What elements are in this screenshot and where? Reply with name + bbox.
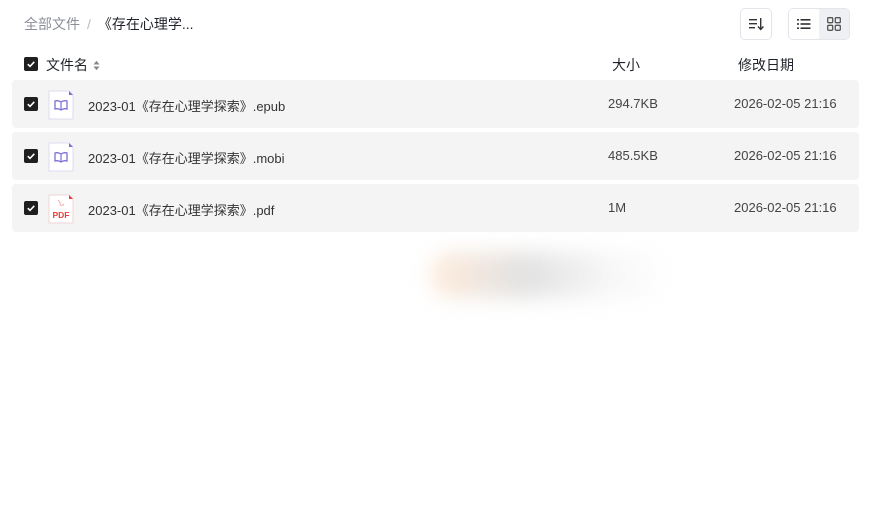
file-name: 2023-01《存在心理学探索》.epub	[88, 99, 286, 114]
pdf-label: PDF	[53, 210, 70, 220]
breadcrumb-current: 《存在心理学...	[97, 16, 194, 32]
column-header-name[interactable]: 文件名	[46, 55, 100, 75]
check-icon	[27, 61, 35, 68]
sort-arrows-icon	[93, 60, 100, 71]
row-checkbox[interactable]	[24, 201, 38, 215]
file-size: 1M	[608, 200, 627, 215]
ebook-file-icon	[48, 142, 74, 172]
pdf-file-icon: PDF	[48, 194, 74, 224]
list-header: 文件名 大小 修改日期	[0, 52, 874, 76]
list-view-button[interactable]	[789, 9, 819, 39]
blurred-overlay	[430, 252, 670, 298]
check-icon	[27, 205, 35, 212]
sort-icon	[749, 18, 764, 31]
file-list: 2023-01《存在心理学探索》.epub 294.7KB 2026-02-05…	[12, 80, 859, 236]
view-toggle	[788, 8, 850, 40]
grid-view-icon	[827, 17, 841, 31]
column-header-size[interactable]: 大小	[612, 55, 640, 75]
sort-button[interactable]	[740, 8, 772, 40]
file-date: 2026-02-05 21:16	[734, 96, 837, 111]
file-row[interactable]: PDF 2023-01《存在心理学探索》.pdf 1M 2026-02-05 2…	[12, 184, 859, 232]
file-row[interactable]: 2023-01《存在心理学探索》.epub 294.7KB 2026-02-05…	[12, 80, 859, 128]
select-all-checkbox[interactable]	[24, 57, 38, 71]
list-view-icon	[797, 19, 811, 29]
file-date: 2026-02-05 21:16	[734, 200, 837, 215]
file-size: 294.7KB	[608, 96, 658, 111]
check-icon	[27, 101, 35, 108]
check-icon	[27, 153, 35, 160]
breadcrumb-separator: /	[87, 16, 91, 32]
column-header-name-label: 文件名	[46, 57, 88, 73]
ebook-file-icon	[48, 90, 74, 120]
file-row[interactable]: 2023-01《存在心理学探索》.mobi 485.5KB 2026-02-05…	[12, 132, 859, 180]
file-date: 2026-02-05 21:16	[734, 148, 837, 163]
file-name: 2023-01《存在心理学探索》.mobi	[88, 151, 285, 166]
column-header-date[interactable]: 修改日期	[738, 55, 794, 75]
row-checkbox[interactable]	[24, 97, 38, 111]
file-name: 2023-01《存在心理学探索》.pdf	[88, 203, 275, 218]
grid-view-button[interactable]	[819, 9, 849, 39]
file-size: 485.5KB	[608, 148, 658, 163]
breadcrumb: 全部文件 / 《存在心理学...	[24, 14, 194, 34]
row-checkbox[interactable]	[24, 149, 38, 163]
breadcrumb-root[interactable]: 全部文件	[24, 14, 80, 34]
